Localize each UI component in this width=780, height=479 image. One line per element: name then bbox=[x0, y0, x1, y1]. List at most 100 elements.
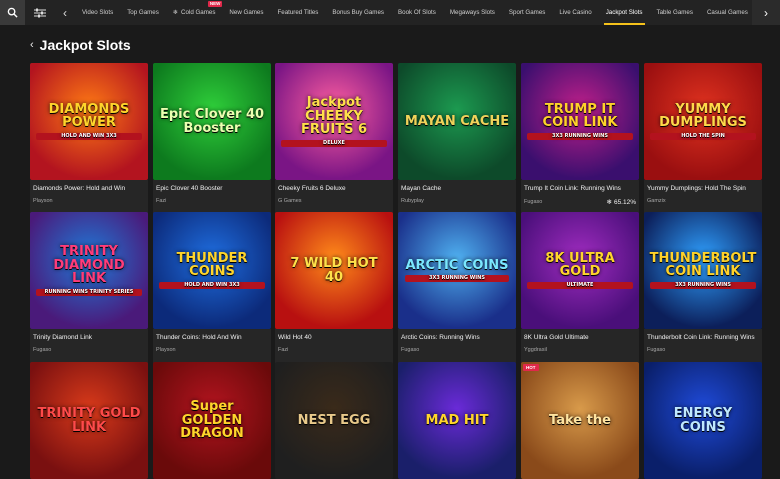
tab-cold-games[interactable]: ❄ Cold Games NEW bbox=[166, 0, 223, 25]
game-thumbnail[interactable]: YUMMY DUMPLINGS HOLD THE SPIN bbox=[644, 63, 762, 180]
game-thumbnail[interactable]: 8K ULTRA GOLD ULTIMATE bbox=[521, 212, 639, 329]
tab-label: Live Casino bbox=[559, 9, 592, 16]
game-name[interactable]: Wild Hot 40 bbox=[278, 334, 390, 341]
game-logo-text: 7 WILD HOT 40 bbox=[275, 257, 393, 284]
game-thumbnail[interactable]: TRINITY GOLD LINK bbox=[30, 362, 148, 479]
tab-live-casino[interactable]: Live Casino bbox=[552, 0, 598, 25]
game-name[interactable]: Yummy Dumplings: Hold The Spin bbox=[647, 185, 759, 192]
game-card[interactable]: HOT Take the bbox=[521, 362, 639, 479]
game-name[interactable]: Thunderbolt Coin Link: Running Wins bbox=[647, 334, 759, 341]
tab-jackpot-slots[interactable]: Jackpot Slots bbox=[599, 0, 650, 25]
tab-new-games[interactable]: New Games bbox=[222, 0, 270, 25]
new-badge: NEW bbox=[207, 1, 223, 7]
tab-sport-games[interactable]: Sport Games bbox=[502, 0, 552, 25]
game-provider: Rubyplay bbox=[401, 198, 424, 204]
game-card[interactable]: TRINITY GOLD LINK bbox=[30, 362, 148, 479]
game-logo-title: 8K ULTRA GOLD bbox=[545, 250, 615, 280]
game-thumbnail[interactable]: Super GOLDEN DRAGON bbox=[153, 362, 271, 479]
tab-label: Featured Titles bbox=[277, 9, 319, 16]
game-name[interactable]: Cheeky Fruits 6 Deluxe bbox=[278, 185, 390, 192]
game-card[interactable]: TRUMP IT COIN LINK 3X3 RUNNING WINS Trump … bbox=[521, 63, 639, 220]
game-logo-title: MAYAN CACHE bbox=[404, 113, 510, 129]
game-thumbnail[interactable]: MAYAN CACHE bbox=[398, 63, 516, 180]
tab-video-slots[interactable]: Video Slots bbox=[75, 0, 120, 25]
game-name[interactable]: Mayan Cache bbox=[401, 185, 513, 192]
game-card[interactable]: 8K ULTRA GOLD ULTIMATE 8K Ultra Gold Ultim… bbox=[521, 212, 639, 369]
game-name[interactable]: Epic Clover 40 Booster bbox=[156, 185, 268, 192]
tab-top-games[interactable]: Top Games bbox=[120, 0, 166, 25]
game-thumbnail[interactable]: NEST EGG bbox=[275, 362, 393, 479]
game-card[interactable]: MAYAN CACHE Mayan Cache Rubyplay bbox=[398, 63, 516, 220]
game-card[interactable]: NEST EGG bbox=[275, 362, 393, 479]
tab-featured-titles[interactable]: Featured Titles bbox=[270, 0, 325, 25]
game-thumbnail[interactable]: DIAMONDS POWER HOLD AND WIN 3X3 bbox=[30, 63, 148, 180]
game-thumbnail[interactable]: ARCTIC COINS 3X3 RUNNING WINS bbox=[398, 212, 516, 329]
game-name[interactable]: Thunder Coins: Hold And Win bbox=[156, 334, 268, 341]
game-logo-subtitle: HOLD AND WIN 3X3 bbox=[159, 282, 265, 290]
provider-row: Fugaso bbox=[647, 347, 759, 353]
game-thumbnail[interactable]: 7 WILD HOT 40 bbox=[275, 212, 393, 329]
scroll-left-button[interactable]: ‹ bbox=[55, 0, 75, 25]
scroll-right-button[interactable]: › bbox=[752, 0, 780, 25]
game-provider: Yggdrasil bbox=[524, 347, 547, 353]
chevron-left-icon: ‹ bbox=[63, 5, 67, 20]
game-logo-title: MAD HIT bbox=[425, 412, 489, 428]
tab-label: Jackpot Slots bbox=[605, 9, 643, 16]
provider-row: G Games bbox=[278, 198, 390, 204]
game-logo-text: DIAMONDS POWER HOLD AND WIN 3X3 bbox=[30, 102, 148, 141]
game-logo-text: ARCTIC COINS 3X3 RUNNING WINS bbox=[399, 257, 514, 283]
game-logo-text: Super GOLDEN DRAGON bbox=[153, 400, 271, 441]
tab-casual-games[interactable]: Casual Games bbox=[700, 0, 752, 25]
game-name[interactable]: Trump It Coin Link: Running Wins bbox=[524, 185, 636, 192]
top-navigation-bar: ‹ Video Slots Top Games ❄ Cold Games NEW New … bbox=[0, 0, 780, 25]
filter-button[interactable] bbox=[25, 0, 55, 25]
game-card[interactable]: THUNDER COINS HOLD AND WIN 3X3 Thunder Coi… bbox=[153, 212, 271, 369]
game-card[interactable]: TRINITY DIAMOND LINK RUNNING WINS TRINITY… bbox=[30, 212, 148, 369]
game-card[interactable]: DIAMONDS POWER HOLD AND WIN 3X3 Diamonds P… bbox=[30, 63, 148, 220]
provider-row: Fugaso bbox=[401, 347, 513, 353]
game-thumbnail[interactable]: THUNDERBOLT COIN LINK 3X3 RUNNING WINS bbox=[644, 212, 762, 329]
game-thumbnail[interactable]: Epic Clover 40 Booster bbox=[153, 63, 271, 180]
game-logo-subtitle: HOLD THE SPIN bbox=[650, 133, 756, 141]
game-card[interactable]: YUMMY DUMPLINGS HOLD THE SPIN Yummy Dumpli… bbox=[644, 63, 762, 220]
game-card[interactable]: THUNDERBOLT COIN LINK 3X3 RUNNING WINS Thu… bbox=[644, 212, 762, 369]
game-card[interactable]: Jackpot CHEEKY FRUITS 6 DELUXE Cheeky Frui… bbox=[275, 63, 393, 220]
game-provider: Fazi bbox=[278, 347, 289, 353]
game-thumbnail[interactable]: HOT Take the bbox=[521, 362, 639, 479]
game-thumbnail[interactable]: TRINITY DIAMOND LINK RUNNING WINS TRINITY… bbox=[30, 212, 148, 329]
game-name[interactable]: Diamonds Power: Hold and Win bbox=[33, 185, 145, 192]
game-thumbnail[interactable]: ENERGY COINS bbox=[644, 362, 762, 479]
game-card[interactable]: MAD HIT bbox=[398, 362, 516, 479]
tab-bonus-buy-games[interactable]: Bonus Buy Games bbox=[325, 0, 391, 25]
game-card[interactable]: 7 WILD HOT 40 Wild Hot 40 Fazi bbox=[275, 212, 393, 369]
chevron-right-icon: › bbox=[764, 5, 768, 20]
provider-row: Fazi bbox=[156, 198, 268, 204]
search-button[interactable] bbox=[0, 0, 25, 25]
game-logo-title: TRINITY GOLD LINK bbox=[37, 405, 141, 435]
game-logo-text: Take the bbox=[543, 412, 617, 428]
game-name[interactable]: Trinity Diamond Link bbox=[33, 334, 145, 341]
game-card[interactable]: Epic Clover 40 Booster Epic Clover 40 Boo… bbox=[153, 63, 271, 220]
game-provider: Gamzix bbox=[647, 198, 666, 204]
tab-megaways-slots[interactable]: Megaways Slots bbox=[443, 0, 502, 25]
game-logo-text: TRINITY DIAMOND LINK RUNNING WINS TRINITY… bbox=[30, 245, 148, 297]
tab-book-of-slots[interactable]: Book Of Slots bbox=[391, 0, 443, 25]
game-provider: Fugaso bbox=[33, 347, 52, 353]
game-card[interactable]: ENERGY COINS bbox=[644, 362, 762, 479]
game-provider: Fugaso bbox=[401, 347, 420, 353]
game-name[interactable]: 8K Ultra Gold Ultimate bbox=[524, 334, 636, 341]
tab-label: New Games bbox=[229, 9, 264, 16]
page-header: ‹ Jackpot Slots bbox=[30, 37, 131, 53]
tab-label: Bonus Buy Games bbox=[332, 9, 384, 16]
game-card[interactable]: Super GOLDEN DRAGON bbox=[153, 362, 271, 479]
game-logo-title: ARCTIC COINS bbox=[405, 257, 509, 273]
tab-table-games[interactable]: Table Games bbox=[650, 0, 700, 25]
game-logo-title: Take the bbox=[549, 412, 611, 428]
game-name[interactable]: Arctic Coins: Running Wins bbox=[401, 334, 513, 341]
game-thumbnail[interactable]: TRUMP IT COIN LINK 3X3 RUNNING WINS bbox=[521, 63, 639, 180]
game-thumbnail[interactable]: Jackpot CHEEKY FRUITS 6 DELUXE bbox=[275, 63, 393, 180]
game-thumbnail[interactable]: THUNDER COINS HOLD AND WIN 3X3 bbox=[153, 212, 271, 329]
game-card[interactable]: ARCTIC COINS 3X3 RUNNING WINS Arctic Coins… bbox=[398, 212, 516, 369]
game-thumbnail[interactable]: MAD HIT bbox=[398, 362, 516, 479]
back-chevron-icon[interactable]: ‹ bbox=[30, 39, 34, 51]
